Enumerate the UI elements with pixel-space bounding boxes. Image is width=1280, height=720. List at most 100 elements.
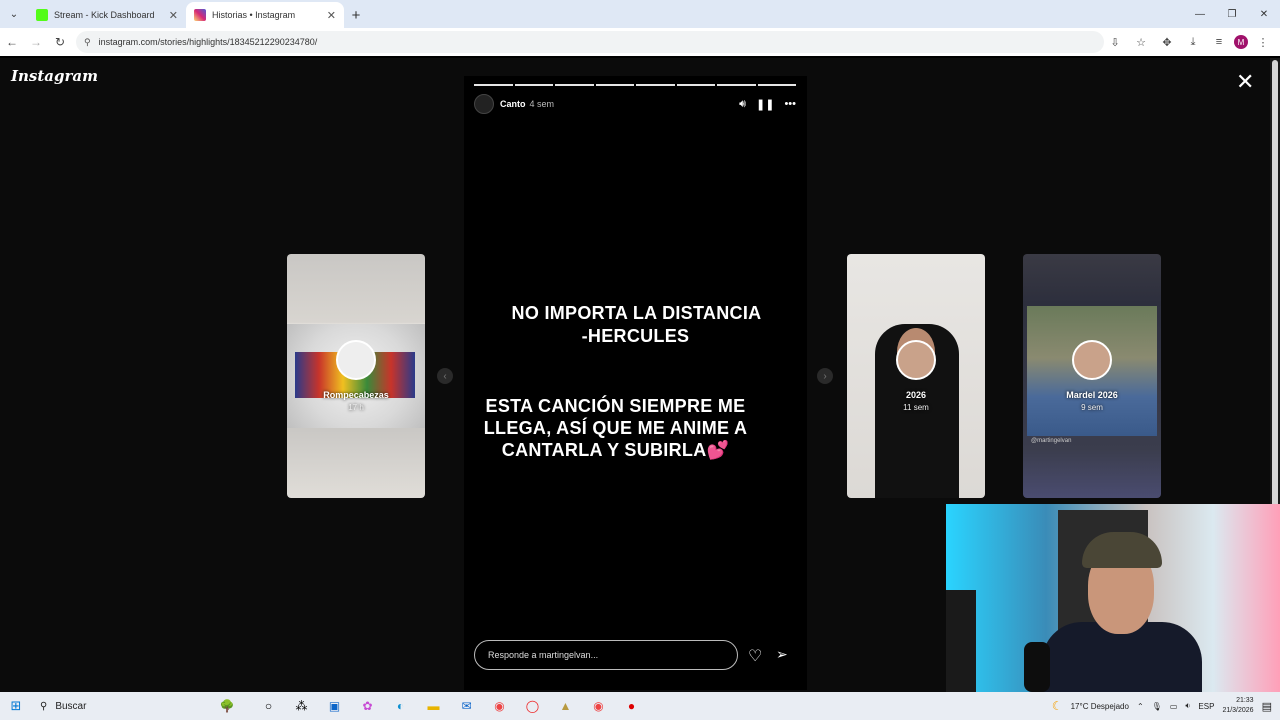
preview-time: 9 sem [1081,403,1103,412]
task-manager-icon[interactable]: ⁂ [285,692,318,720]
new-tab-button[interactable]: + [344,2,368,28]
story-text-line: CANTARLA Y SUBIRLA💕 [501,440,730,460]
close-tab-icon[interactable]: ✕ [327,9,336,22]
next-story-icon[interactable]: › [817,368,833,384]
browser-tabbar: ⌄ Stream - Kick Dashboard ✕ Historias • … [0,0,1280,28]
preview-avatar [1072,340,1112,380]
language-indicator[interactable]: ESP [1198,702,1214,711]
like-heart-icon[interactable]: ♡ [748,646,762,666]
search-icon: ⚲ [40,700,48,712]
back-icon[interactable]: ← [0,28,24,56]
preview-time: 11 sem [903,403,929,412]
downloads-icon[interactable]: ⤓ [1182,31,1204,53]
task-view-icon[interactable]: ○ [252,692,285,720]
tab-title: Stream - Kick Dashboard [54,10,155,20]
story-username[interactable]: Canto [500,99,526,109]
clock[interactable]: 21:33 21/3/2026 [1222,696,1253,716]
address-bar: ← → ↻ ⚲ instagram.com/stories/highlights… [0,28,1280,56]
story-preview-rompecabezas[interactable]: Rompecabezas 17 h [287,254,425,498]
site-info-icon[interactable]: ⚲ [84,37,91,48]
reply-input[interactable]: Responde a martingelvan... [474,640,738,670]
search-label: Buscar [55,700,87,712]
weather-text[interactable]: 17°C Despejado [1071,702,1129,711]
menu-dots-icon[interactable]: ⋮ [1252,31,1274,53]
url-field[interactable]: ⚲ instagram.com/stories/highlights/18345… [76,31,1104,53]
outlook-icon[interactable]: ✉ [450,692,483,720]
previous-story-icon[interactable]: ‹ [437,368,453,384]
progress-segment [676,84,715,86]
store-icon[interactable]: ▣ [318,692,351,720]
tab-search-icon[interactable]: ⌄ [0,0,28,28]
progress-segment [717,84,756,86]
preview-time: 17 h [348,403,364,412]
clock-date: 21/3/2026 [1222,707,1254,714]
chrome-active-icon[interactable]: ◉ [582,692,615,720]
story-card[interactable]: Canto 4 sem 🔊︎ ❚❚ ••• NO IMPORTA LA DIST… [464,76,807,690]
volume-tray-icon[interactable]: 🔉︎ [1185,701,1190,711]
close-window-icon[interactable]: ✕ [1248,0,1280,28]
instagram-logo[interactable]: Instagram [11,67,98,85]
widgets-icon[interactable]: 🌳 [202,692,252,720]
obs-icon[interactable]: ● [615,692,648,720]
progress-segment [474,84,513,86]
preview-label: Mardel 2026 [1066,390,1118,400]
bookmark-star-icon[interactable]: ☆ [1130,31,1152,53]
progress-segment [555,84,594,86]
preview-caption: @martingelvan [1031,438,1072,444]
notifications-icon[interactable]: ▤ [1262,700,1272,713]
webcam-chair [946,590,976,692]
close-tab-icon[interactable]: ✕ [169,9,178,22]
volume-icon[interactable]: 🔊︎ [739,98,746,111]
edge-icon[interactable]: ◐ [384,692,417,720]
more-options-icon[interactable]: ••• [784,98,796,111]
clock-time: 21:33 [1236,697,1254,704]
kick-favicon-icon [36,9,48,21]
system-tray: ☾ 17°C Despejado ⌃ 🎙︎ ▭ 🔉︎ ESP 21:33 21/… [1052,692,1280,720]
webcam-cap [1082,532,1162,568]
taskbar-search[interactable]: ⚲ Buscar [32,692,162,720]
chrome-icon[interactable]: ◉ [483,692,516,720]
tab-kick[interactable]: Stream - Kick Dashboard ✕ [28,2,186,28]
league-icon[interactable]: ▲ [549,692,582,720]
story-text-line: LLEGA, ASÍ QUE ME ANIME A [483,418,748,438]
progress-segment [757,84,796,86]
windows-start-icon[interactable]: ⊞ [0,692,32,720]
story-preview-mardel[interactable]: Mardel 2026 9 sem @martingelvan [1023,254,1161,498]
window-controls: — ❐ ✕ [1184,0,1280,28]
story-controls: 🔊︎ ❚❚ ••• [739,98,796,111]
profile-avatar[interactable]: M [1234,35,1248,49]
copilot-icon[interactable]: ✿ [351,692,384,720]
story-time: 4 sem [529,99,555,109]
minimize-icon[interactable]: — [1184,0,1216,28]
tab-instagram[interactable]: Historias • Instagram ✕ [186,2,344,28]
weather-icon[interactable]: ☾ [1052,699,1063,713]
progress-segment [514,84,553,86]
pause-icon[interactable]: ❚❚ [756,98,774,111]
story-avatar[interactable] [474,94,494,114]
file-explorer-icon[interactable]: ▬ [417,692,450,720]
preview-label: Rompecabezas [323,390,389,400]
windows-taskbar: ⊞ ⚲ Buscar 🌳 ○ ⁂ ▣ ✿ ◐ ▬ ✉ ◉ ◯ ▲ ◉ ● ☾ 1… [0,692,1280,720]
reload-icon[interactable]: ↻ [48,28,72,56]
story-preview-2026[interactable]: 2026 11 sem [847,254,985,498]
toolbar-icons: ⇩ ☆ ✥ ⤓ ≡ M ⋮ [1104,31,1280,53]
preview-label: 2026 [905,390,927,400]
opera-icon[interactable]: ◯ [516,692,549,720]
webcam-overlay [946,504,1280,692]
forward-icon[interactable]: → [24,28,48,56]
install-app-icon[interactable]: ⇩ [1104,31,1126,53]
mic-icon[interactable]: 🎙︎ [1152,702,1162,711]
network-icon[interactable]: ▭ [1170,702,1178,711]
send-icon[interactable]: ➢ [776,646,788,663]
close-stories-icon[interactable]: ✕ [1236,71,1254,93]
restore-icon[interactable]: ❐ [1216,0,1248,28]
tab-title: Historias • Instagram [212,10,296,20]
webcam-microphone [1024,642,1050,692]
tray-expand-icon[interactable]: ⌃ [1137,702,1144,711]
preview-avatar [896,340,936,380]
instagram-favicon-icon [194,9,206,21]
story-progress [474,84,796,86]
extensions-icon[interactable]: ✥ [1156,31,1178,53]
story-header: Canto 4 sem 🔊︎ ❚❚ ••• [474,94,796,114]
reading-list-icon[interactable]: ≡ [1208,31,1230,53]
